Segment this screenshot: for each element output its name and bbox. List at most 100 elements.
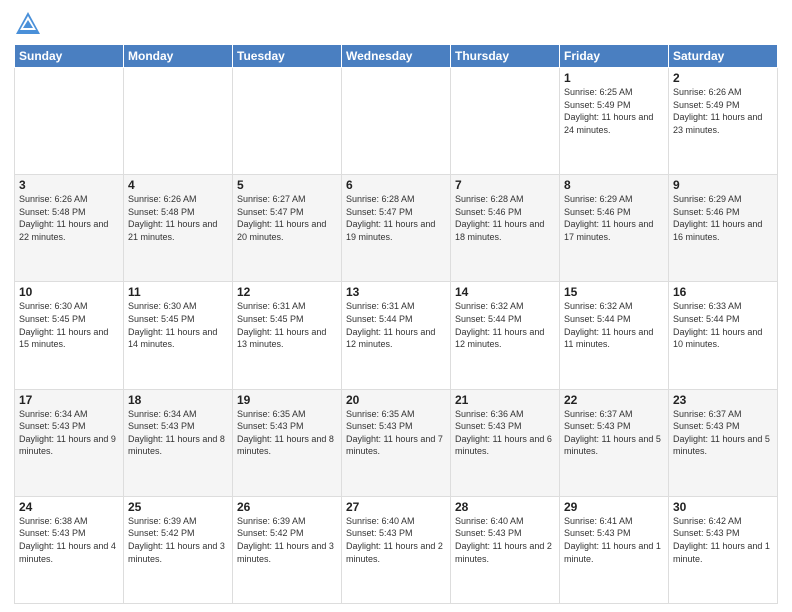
calendar-cell	[451, 68, 560, 175]
calendar-cell: 19Sunrise: 6:35 AM Sunset: 5:43 PM Dayli…	[233, 389, 342, 496]
calendar-cell: 7Sunrise: 6:28 AM Sunset: 5:46 PM Daylig…	[451, 175, 560, 282]
calendar-cell: 12Sunrise: 6:31 AM Sunset: 5:45 PM Dayli…	[233, 282, 342, 389]
day-info: Sunrise: 6:31 AM Sunset: 5:44 PM Dayligh…	[346, 300, 446, 350]
day-of-week-header: Wednesday	[342, 45, 451, 68]
day-info: Sunrise: 6:34 AM Sunset: 5:43 PM Dayligh…	[19, 408, 119, 458]
day-of-week-header: Monday	[124, 45, 233, 68]
day-info: Sunrise: 6:30 AM Sunset: 5:45 PM Dayligh…	[128, 300, 228, 350]
day-info: Sunrise: 6:31 AM Sunset: 5:45 PM Dayligh…	[237, 300, 337, 350]
day-info: Sunrise: 6:28 AM Sunset: 5:47 PM Dayligh…	[346, 193, 446, 243]
calendar-cell: 4Sunrise: 6:26 AM Sunset: 5:48 PM Daylig…	[124, 175, 233, 282]
day-number: 16	[673, 285, 773, 299]
calendar-cell: 5Sunrise: 6:27 AM Sunset: 5:47 PM Daylig…	[233, 175, 342, 282]
day-number: 26	[237, 500, 337, 514]
calendar-cell: 20Sunrise: 6:35 AM Sunset: 5:43 PM Dayli…	[342, 389, 451, 496]
day-number: 27	[346, 500, 446, 514]
day-number: 2	[673, 71, 773, 85]
calendar-cell: 18Sunrise: 6:34 AM Sunset: 5:43 PM Dayli…	[124, 389, 233, 496]
day-of-week-header: Tuesday	[233, 45, 342, 68]
day-info: Sunrise: 6:28 AM Sunset: 5:46 PM Dayligh…	[455, 193, 555, 243]
page: SundayMondayTuesdayWednesdayThursdayFrid…	[0, 0, 792, 612]
calendar-cell: 8Sunrise: 6:29 AM Sunset: 5:46 PM Daylig…	[560, 175, 669, 282]
day-info: Sunrise: 6:40 AM Sunset: 5:43 PM Dayligh…	[455, 515, 555, 565]
day-info: Sunrise: 6:36 AM Sunset: 5:43 PM Dayligh…	[455, 408, 555, 458]
calendar-cell: 6Sunrise: 6:28 AM Sunset: 5:47 PM Daylig…	[342, 175, 451, 282]
calendar: SundayMondayTuesdayWednesdayThursdayFrid…	[14, 44, 778, 604]
day-number: 4	[128, 178, 228, 192]
calendar-cell: 28Sunrise: 6:40 AM Sunset: 5:43 PM Dayli…	[451, 496, 560, 603]
day-info: Sunrise: 6:29 AM Sunset: 5:46 PM Dayligh…	[564, 193, 664, 243]
day-info: Sunrise: 6:39 AM Sunset: 5:42 PM Dayligh…	[237, 515, 337, 565]
day-info: Sunrise: 6:25 AM Sunset: 5:49 PM Dayligh…	[564, 86, 664, 136]
day-number: 14	[455, 285, 555, 299]
day-of-week-header: Thursday	[451, 45, 560, 68]
day-info: Sunrise: 6:38 AM Sunset: 5:43 PM Dayligh…	[19, 515, 119, 565]
calendar-cell	[342, 68, 451, 175]
day-number: 3	[19, 178, 119, 192]
day-number: 20	[346, 393, 446, 407]
calendar-cell: 23Sunrise: 6:37 AM Sunset: 5:43 PM Dayli…	[669, 389, 778, 496]
day-info: Sunrise: 6:39 AM Sunset: 5:42 PM Dayligh…	[128, 515, 228, 565]
day-number: 28	[455, 500, 555, 514]
day-number: 6	[346, 178, 446, 192]
logo	[14, 10, 46, 38]
calendar-cell	[15, 68, 124, 175]
calendar-cell: 15Sunrise: 6:32 AM Sunset: 5:44 PM Dayli…	[560, 282, 669, 389]
day-info: Sunrise: 6:41 AM Sunset: 5:43 PM Dayligh…	[564, 515, 664, 565]
day-number: 8	[564, 178, 664, 192]
day-number: 12	[237, 285, 337, 299]
day-info: Sunrise: 6:26 AM Sunset: 5:48 PM Dayligh…	[128, 193, 228, 243]
day-number: 21	[455, 393, 555, 407]
calendar-week-row: 10Sunrise: 6:30 AM Sunset: 5:45 PM Dayli…	[15, 282, 778, 389]
calendar-cell: 27Sunrise: 6:40 AM Sunset: 5:43 PM Dayli…	[342, 496, 451, 603]
calendar-cell: 2Sunrise: 6:26 AM Sunset: 5:49 PM Daylig…	[669, 68, 778, 175]
day-info: Sunrise: 6:26 AM Sunset: 5:49 PM Dayligh…	[673, 86, 773, 136]
day-of-week-header: Friday	[560, 45, 669, 68]
calendar-cell: 13Sunrise: 6:31 AM Sunset: 5:44 PM Dayli…	[342, 282, 451, 389]
day-number: 9	[673, 178, 773, 192]
day-number: 23	[673, 393, 773, 407]
day-number: 29	[564, 500, 664, 514]
day-number: 17	[19, 393, 119, 407]
day-info: Sunrise: 6:26 AM Sunset: 5:48 PM Dayligh…	[19, 193, 119, 243]
day-number: 22	[564, 393, 664, 407]
day-info: Sunrise: 6:32 AM Sunset: 5:44 PM Dayligh…	[564, 300, 664, 350]
day-number: 7	[455, 178, 555, 192]
logo-icon	[14, 10, 42, 38]
calendar-cell	[233, 68, 342, 175]
day-info: Sunrise: 6:40 AM Sunset: 5:43 PM Dayligh…	[346, 515, 446, 565]
day-number: 25	[128, 500, 228, 514]
calendar-cell: 29Sunrise: 6:41 AM Sunset: 5:43 PM Dayli…	[560, 496, 669, 603]
calendar-cell: 10Sunrise: 6:30 AM Sunset: 5:45 PM Dayli…	[15, 282, 124, 389]
day-number: 15	[564, 285, 664, 299]
calendar-cell: 24Sunrise: 6:38 AM Sunset: 5:43 PM Dayli…	[15, 496, 124, 603]
day-info: Sunrise: 6:33 AM Sunset: 5:44 PM Dayligh…	[673, 300, 773, 350]
day-info: Sunrise: 6:32 AM Sunset: 5:44 PM Dayligh…	[455, 300, 555, 350]
day-number: 11	[128, 285, 228, 299]
calendar-cell: 25Sunrise: 6:39 AM Sunset: 5:42 PM Dayli…	[124, 496, 233, 603]
day-info: Sunrise: 6:34 AM Sunset: 5:43 PM Dayligh…	[128, 408, 228, 458]
day-number: 5	[237, 178, 337, 192]
day-info: Sunrise: 6:29 AM Sunset: 5:46 PM Dayligh…	[673, 193, 773, 243]
day-number: 24	[19, 500, 119, 514]
day-info: Sunrise: 6:35 AM Sunset: 5:43 PM Dayligh…	[237, 408, 337, 458]
calendar-cell: 16Sunrise: 6:33 AM Sunset: 5:44 PM Dayli…	[669, 282, 778, 389]
calendar-cell	[124, 68, 233, 175]
calendar-week-row: 3Sunrise: 6:26 AM Sunset: 5:48 PM Daylig…	[15, 175, 778, 282]
day-number: 1	[564, 71, 664, 85]
calendar-header-row: SundayMondayTuesdayWednesdayThursdayFrid…	[15, 45, 778, 68]
calendar-week-row: 24Sunrise: 6:38 AM Sunset: 5:43 PM Dayli…	[15, 496, 778, 603]
calendar-week-row: 17Sunrise: 6:34 AM Sunset: 5:43 PM Dayli…	[15, 389, 778, 496]
day-info: Sunrise: 6:37 AM Sunset: 5:43 PM Dayligh…	[673, 408, 773, 458]
day-number: 13	[346, 285, 446, 299]
calendar-cell: 21Sunrise: 6:36 AM Sunset: 5:43 PM Dayli…	[451, 389, 560, 496]
day-number: 19	[237, 393, 337, 407]
day-number: 10	[19, 285, 119, 299]
day-info: Sunrise: 6:42 AM Sunset: 5:43 PM Dayligh…	[673, 515, 773, 565]
calendar-cell: 1Sunrise: 6:25 AM Sunset: 5:49 PM Daylig…	[560, 68, 669, 175]
header	[14, 10, 778, 38]
calendar-cell: 17Sunrise: 6:34 AM Sunset: 5:43 PM Dayli…	[15, 389, 124, 496]
day-of-week-header: Sunday	[15, 45, 124, 68]
day-info: Sunrise: 6:30 AM Sunset: 5:45 PM Dayligh…	[19, 300, 119, 350]
day-info: Sunrise: 6:27 AM Sunset: 5:47 PM Dayligh…	[237, 193, 337, 243]
